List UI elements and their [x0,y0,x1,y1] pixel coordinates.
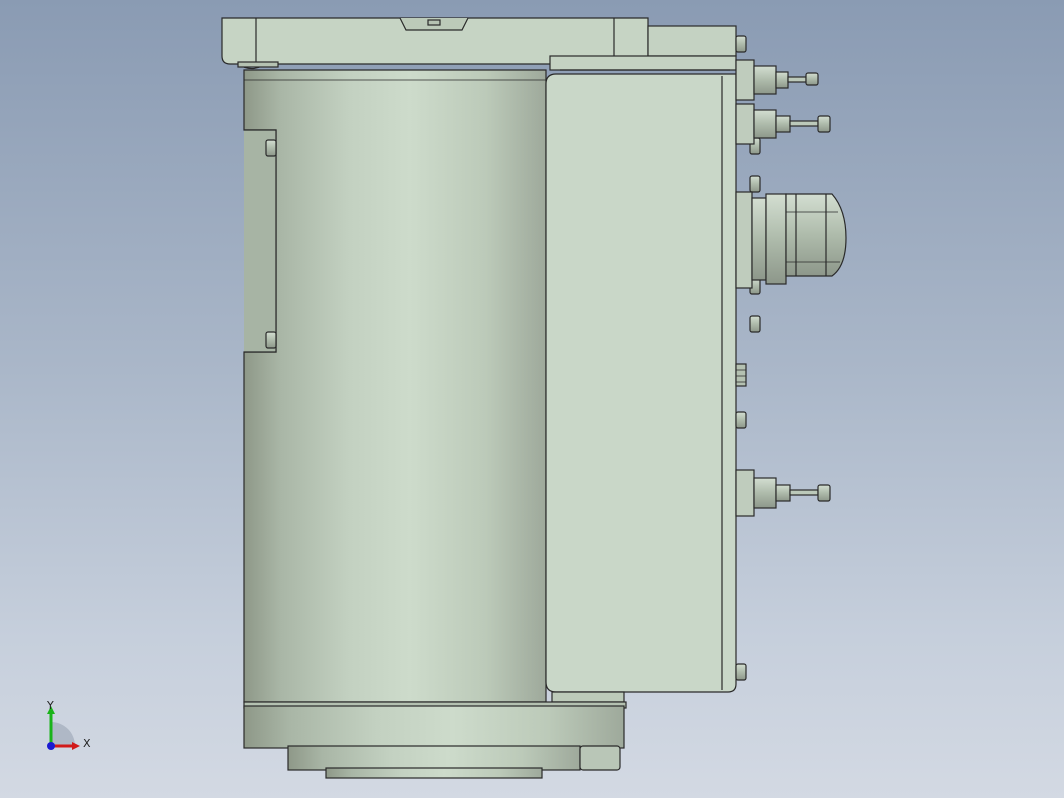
cable-gland [735,191,847,289]
x-axis-label: X [83,737,91,750]
triad-arc-shading [51,722,75,746]
y-axis-label: Y [47,699,54,712]
sensor-fitting-middle [735,103,831,145]
terminal-box [545,73,737,703]
motor-model-side-view[interactable] [0,0,1064,798]
cad-graphics-viewport[interactable]: Y X [0,0,1064,798]
z-axis-dot [47,742,55,750]
motor-cylinder-body [243,69,547,703]
sensor-fitting-top [735,59,819,101]
x-axis-arrowhead [72,742,80,750]
sensor-fitting-lower [735,469,831,517]
bottom-flange [243,701,627,779]
